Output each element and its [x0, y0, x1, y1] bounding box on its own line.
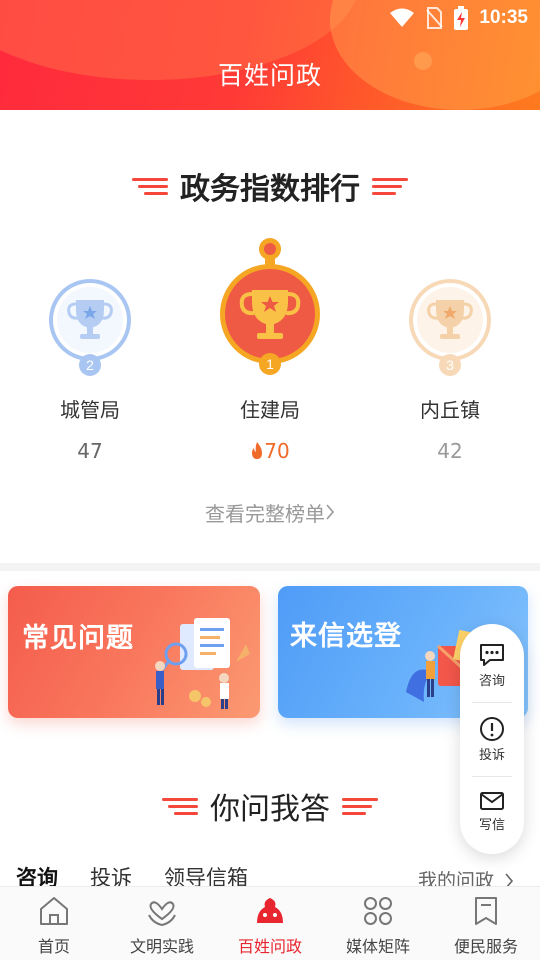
faq-illustration-icon	[155, 618, 250, 709]
fire-icon	[250, 441, 264, 465]
letter-card-title: 来信选登	[290, 621, 402, 652]
clock-time: 10:35	[479, 7, 528, 28]
rank-score: 42	[437, 439, 463, 463]
nav-item-home[interactable]: 首页	[0, 887, 108, 960]
nav-label: 便民服务	[453, 937, 518, 956]
float-divider	[472, 776, 512, 777]
rank-name: 内丘镇	[420, 398, 480, 422]
silver-trophy-badge-icon: 2	[49, 279, 131, 376]
nav-item-convenience-services[interactable]: 便民服务	[432, 887, 540, 960]
rank-number-2: 2	[86, 357, 94, 373]
nav-label: 百姓问政	[237, 937, 302, 956]
govern-icon	[257, 898, 283, 923]
nav-item-civilization-practice[interactable]: 文明实践	[108, 887, 216, 960]
title-decoration-right	[372, 177, 408, 195]
rank-number-1: 1	[266, 356, 274, 372]
status-bar: 10:35	[389, 6, 528, 30]
float-divider	[472, 702, 512, 703]
qa-section-title: 你问我答	[0, 784, 540, 828]
title-decoration-left	[162, 797, 198, 815]
grid-icon	[364, 897, 392, 925]
nav-item-public-inquiry[interactable]: 百姓问政	[216, 887, 324, 960]
app-page: 10:35 百姓问政 政务指数排行 2 城管局 47 1 住建局 70 3 内丘…	[0, 0, 540, 960]
bottom-navigation: 首页 文明实践 百姓问政 媒体矩阵 便民服务	[0, 886, 540, 960]
heart-hands-icon	[148, 901, 176, 927]
nav-label: 媒体矩阵	[345, 937, 410, 956]
wifi-icon	[390, 8, 415, 27]
chevron-right-icon	[325, 501, 335, 525]
rank-score-value: 70	[264, 439, 290, 463]
rank-number-3: 3	[446, 357, 454, 373]
faq-card[interactable]: 常见问题	[8, 586, 260, 718]
rank-name: 住建局	[240, 398, 300, 422]
nav-item-media-matrix[interactable]: 媒体矩阵	[324, 887, 432, 960]
rank-name: 城管局	[60, 398, 120, 422]
complain-label: 投诉	[478, 748, 505, 763]
title-decoration-left	[132, 177, 168, 195]
header-bar: 10:35 百姓问政	[0, 0, 540, 110]
consult-label: 咨询	[478, 674, 505, 689]
page-title: 百姓问政	[217, 61, 322, 90]
nav-label: 文明实践	[129, 937, 194, 956]
rank-item-1[interactable]: 1 住建局 70	[185, 236, 355, 465]
view-full-ranking-link[interactable]: 查看完整榜单	[0, 498, 540, 527]
more-link-label: 查看完整榜单	[205, 502, 325, 526]
gold-trophy-badge-icon: 1	[220, 238, 320, 375]
exclamation-circle-icon	[480, 717, 504, 741]
title-decoration-right	[342, 797, 378, 815]
nav-label: 首页	[37, 937, 70, 956]
section-divider	[0, 563, 540, 571]
no-sim-icon	[426, 7, 444, 29]
chat-bubble-icon	[480, 644, 504, 666]
rank-item-2[interactable]: 2 城管局 47	[5, 276, 175, 463]
bronze-trophy-badge-icon: 3	[409, 279, 491, 376]
rank-score: 70	[185, 439, 355, 465]
ranking-title: 政务指数排行	[180, 172, 360, 207]
bookmark-icon	[475, 897, 497, 925]
ranking-section-title: 政务指数排行	[0, 164, 540, 208]
rank-item-3[interactable]: 3 内丘镇 42	[365, 276, 535, 463]
faq-card-title: 常见问题	[22, 623, 134, 654]
home-icon	[40, 897, 68, 925]
rank-score: 47	[77, 439, 103, 463]
qa-title: 你问我答	[210, 792, 330, 827]
battery-charging-icon	[454, 6, 469, 30]
